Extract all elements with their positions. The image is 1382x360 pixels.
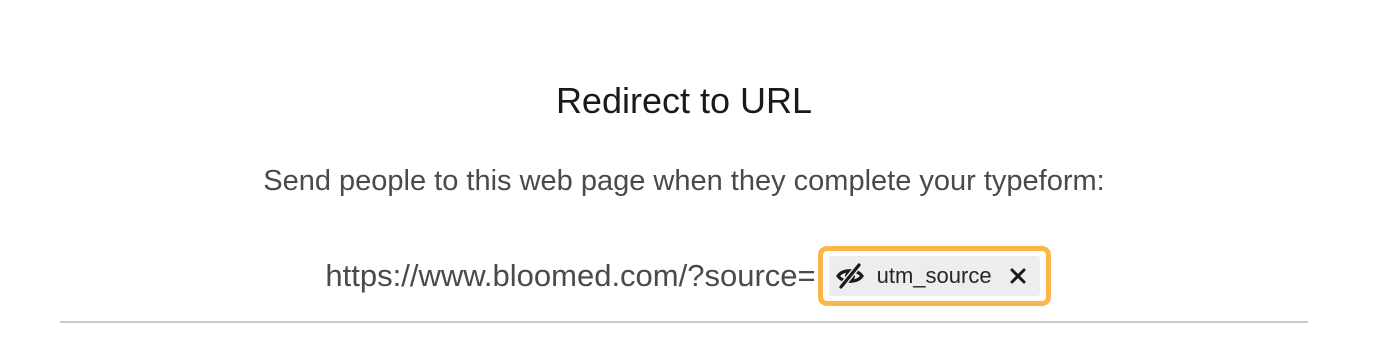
redirect-panel: Redirect to URL Send people to this web …	[0, 0, 1382, 360]
url-text: https://www.bloomed.com/?source=	[325, 258, 816, 293]
hidden-field-chip[interactable]: utm_source	[828, 256, 1040, 296]
redirect-description: Send people to this web page when they c…	[263, 165, 1105, 197]
redirect-title: Redirect to URL	[555, 80, 813, 121]
hidden-field-label: utm_source	[876, 263, 992, 288]
hidden-field-highlight: utm_source	[817, 246, 1051, 306]
eye-off-icon	[835, 261, 865, 291]
redirect-url-row: https://www.bloomed.com/?source= utm_sou…	[60, 243, 1308, 309]
url-input-underline	[60, 321, 1308, 323]
redirect-url-input[interactable]: https://www.bloomed.com/?source= utm_sou…	[317, 246, 1051, 306]
close-icon[interactable]	[1010, 268, 1026, 284]
